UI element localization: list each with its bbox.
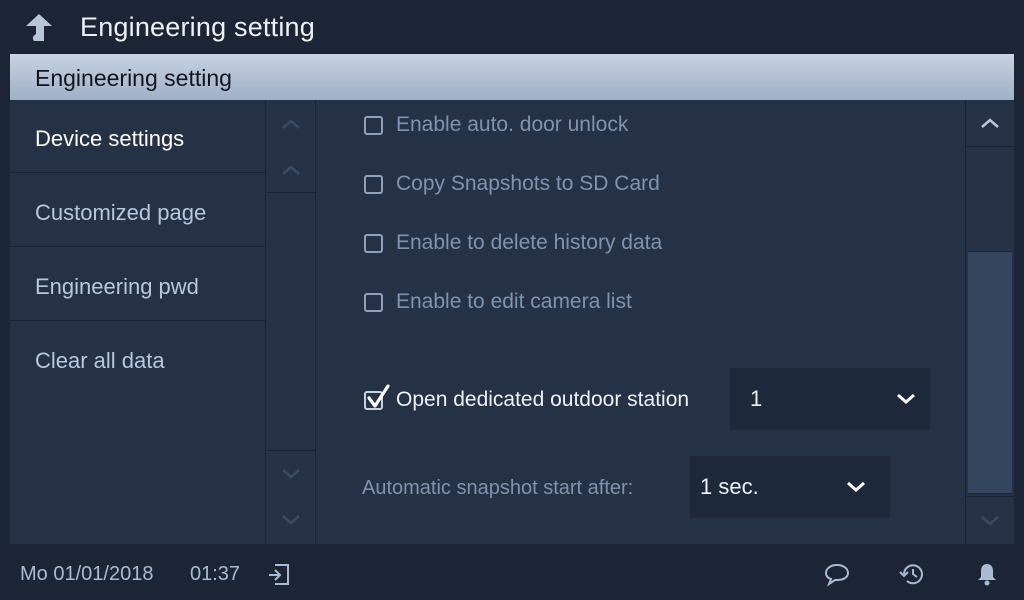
content-scrollbar[interactable] [965,100,1014,544]
sidebar-item-label: Device settings [35,126,185,151]
dropdown-value: 1 sec. [700,474,759,499]
sidebar-item-engineering-pwd[interactable]: Engineering pwd [10,248,265,321]
checkbox-label: Enable to delete history data [396,231,663,254]
sidebar-scroll-column [265,100,316,544]
scroll-down-button[interactable] [966,498,1014,544]
sidebar-item-device-settings[interactable]: Device settings [10,100,265,173]
exit-icon [269,564,289,585]
edit-camera-list-checkbox[interactable] [364,292,383,312]
divider [266,192,315,193]
messages-button[interactable] [822,560,852,588]
chevron-up-icon [281,119,300,129]
copy-snapshots-option[interactable]: Copy Snapshots to SD Card [364,172,660,196]
snapshot-delay-dropdown[interactable]: 1 sec. [690,456,890,518]
settings-content: Enable auto. door unlock Copy Snapshots … [316,100,965,544]
sidebar-item-label: Engineering pwd [35,274,199,299]
checkbox-label: Open dedicated outdoor station [396,388,690,411]
edit-camera-list-option[interactable]: Enable to edit camera list [364,290,632,314]
chevron-up-icon [281,165,300,175]
panel-header-title: Engineering setting [35,65,232,91]
history-icon [899,564,923,585]
scrollbar-thumb[interactable] [968,251,1012,494]
top-bar: Engineering setting [0,0,1024,54]
checkbox-label: Enable auto. door unlock [396,113,629,136]
history-button[interactable] [897,560,927,588]
scroll-down-button[interactable] [266,452,315,496]
divider [966,496,1014,497]
sidebar-item-clear-all-data[interactable]: Clear all data [10,322,265,395]
dropdown-value: 1 [750,386,763,411]
bell-icon [978,564,996,586]
notifications-button[interactable] [972,560,1002,588]
sidebar-item-customized-page[interactable]: Customized page [10,174,265,247]
checkmark-icon [367,383,390,408]
chevron-down-icon [281,515,300,525]
back-button[interactable] [18,8,62,48]
chevron-down-icon [981,516,999,526]
delete-history-checkbox[interactable] [364,233,383,253]
exit-button[interactable] [264,560,294,588]
dedicated-outdoor-station-option[interactable]: Open dedicated outdoor station [364,383,690,412]
snapshot-delay-label: Automatic snapshot start after: [362,477,634,499]
chevron-down-icon [897,393,915,404]
status-bar: Mo 01/01/2018 01:37 [0,546,1024,600]
sidebar-item-label: Clear all data [35,348,165,373]
dedicated-outdoor-station-checkbox[interactable] [364,383,390,410]
divider [266,450,315,451]
outdoor-station-dropdown[interactable]: 1 [730,368,930,430]
status-date: Mo 01/01/2018 [20,563,154,585]
page-up-button[interactable] [266,102,315,146]
panel-header: Engineering setting [10,54,1014,100]
checkbox-label: Enable to edit camera list [396,290,632,313]
scroll-up-button[interactable] [966,100,1014,146]
back-arrow-icon [26,14,52,41]
auto-door-unlock-option[interactable]: Enable auto. door unlock [364,113,628,137]
chevron-up-icon [981,118,999,128]
message-icon [824,563,850,587]
page-down-button[interactable] [266,498,315,542]
sidebar-item-label: Customized page [35,200,207,225]
scroll-up-button[interactable] [266,148,315,192]
delete-history-option[interactable]: Enable to delete history data [364,231,662,255]
chevron-down-icon [847,481,865,492]
page-title: Engineering setting [80,12,315,42]
auto-door-unlock-checkbox[interactable] [364,115,383,135]
copy-snapshots-checkbox[interactable] [364,174,383,194]
settings-panel: Engineering setting Device settings Cust… [10,54,1014,544]
sidebar: Device settings Customized page Engineer… [10,100,265,544]
chevron-down-icon [281,469,300,479]
checkbox-label: Copy Snapshots to SD Card [396,172,660,195]
divider [966,146,1014,147]
status-time: 01:37 [190,563,241,585]
